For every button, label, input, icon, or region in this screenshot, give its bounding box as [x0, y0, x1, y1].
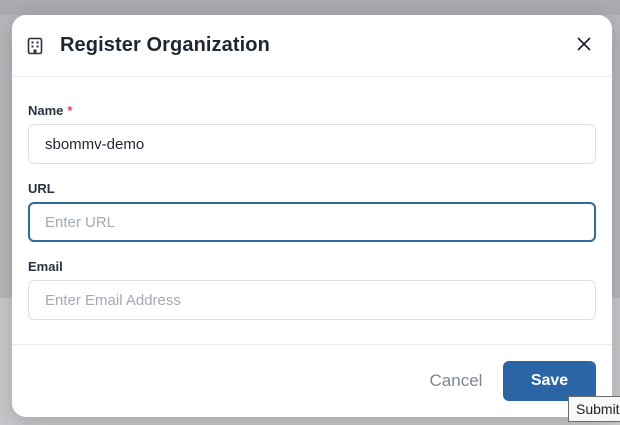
name-label: Name * — [28, 103, 72, 118]
close-button[interactable] — [572, 34, 596, 58]
url-input[interactable] — [28, 202, 596, 242]
backdrop — [0, 0, 620, 15]
required-marker: * — [67, 103, 73, 118]
email-label: Email — [28, 259, 63, 274]
name-label-text: Name — [28, 103, 64, 118]
cancel-button[interactable]: Cancel — [416, 362, 496, 400]
register-organization-dialog: Register Organization Name* URL Email Ca… — [12, 15, 612, 417]
dialog-header: Register Organization — [12, 15, 612, 77]
save-button[interactable]: Save — [503, 361, 596, 401]
name-input[interactable] — [28, 124, 596, 164]
dialog-footer: Cancel Save — [12, 344, 612, 417]
building-icon — [27, 37, 43, 55]
close-icon — [577, 37, 591, 56]
dialog-title: Register Organization — [60, 34, 270, 56]
email-input[interactable] — [28, 280, 596, 320]
save-tooltip: Submit — [568, 396, 620, 422]
url-label: URL — [28, 181, 55, 196]
